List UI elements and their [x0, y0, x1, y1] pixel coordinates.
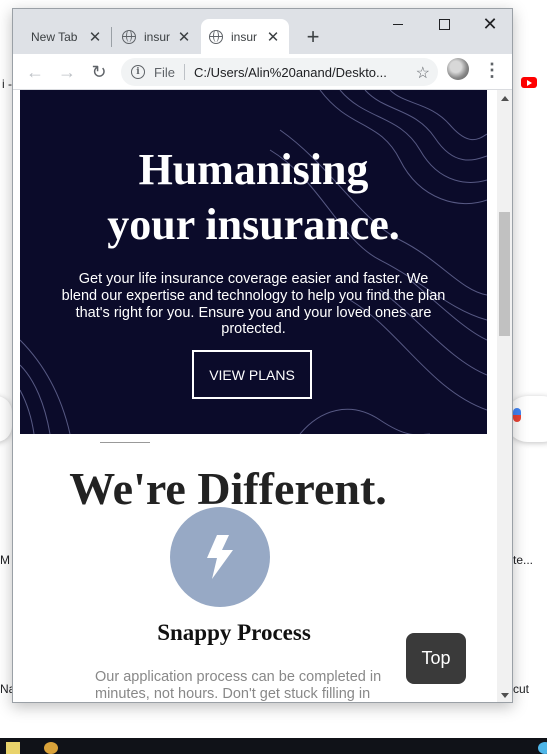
browser-toolbar: ← → ↻ i File C:/Users/Alin%20anand/Deskt… [13, 54, 512, 90]
minimize-button[interactable] [375, 9, 421, 39]
background-text-fragment: te... [513, 553, 534, 567]
scroll-down-arrow-icon[interactable] [501, 693, 509, 698]
close-tab-icon[interactable]: ✕ [265, 29, 281, 46]
view-plans-button[interactable]: VIEW PLANS [192, 350, 312, 399]
scrollbar-thumb[interactable] [499, 212, 510, 336]
scheme-label: File [154, 64, 175, 80]
new-tab-button[interactable]: + [299, 23, 327, 51]
tab-title: New Tab [31, 29, 78, 44]
hero-description: Get your life insurance coverage easier … [61, 271, 446, 338]
tab-title: insur [144, 29, 170, 44]
taskbar-app-icon[interactable] [538, 742, 547, 754]
profile-avatar[interactable] [447, 58, 469, 80]
tab-insurance-2[interactable]: insur ✕ [201, 19, 289, 54]
youtube-icon [521, 77, 537, 88]
taskbar [0, 738, 547, 754]
feature-icon-circle [170, 507, 270, 607]
close-window-button[interactable]: ✕ [467, 9, 512, 39]
notepad-icon[interactable] [6, 742, 20, 754]
lightning-bolt-icon [207, 535, 233, 579]
info-icon[interactable]: i [131, 65, 145, 79]
feature-title: Snappy Process [157, 620, 311, 645]
scroll-up-arrow-icon[interactable] [501, 96, 509, 101]
background-text-fragment: M [0, 553, 10, 567]
tab-separator [111, 27, 112, 47]
vertical-scrollbar[interactable] [497, 90, 512, 702]
hero-title-line: your insurance. [107, 200, 400, 249]
close-tab-icon[interactable]: ✕ [176, 29, 192, 46]
globe-icon [122, 29, 136, 44]
address-bar[interactable]: i File C:/Users/Alin%20anand/Deskto... ☆ [121, 58, 438, 86]
hero-title-line: Humanising [138, 145, 369, 194]
section-divider [100, 442, 150, 443]
tab-strip: New Tab ✕ insur ✕ insur ✕ + ✕ [13, 9, 512, 54]
address-separator [183, 64, 185, 80]
hero-section: Humanising your insurance. Get your life… [20, 90, 487, 434]
close-tab-icon[interactable]: ✕ [87, 29, 103, 46]
bookmark-star-icon[interactable]: ☆ [416, 63, 430, 83]
tab-insurance-1[interactable]: insur ✕ [114, 19, 200, 54]
background-text-fragment: cut [513, 682, 530, 696]
feature-description: Our application process can be completed… [95, 669, 382, 702]
background-text-fragment: i - [2, 77, 12, 91]
tab-new-tab[interactable]: New Tab ✕ [23, 19, 111, 54]
page-viewport: Humanising your insurance. Get your life… [13, 90, 497, 702]
browser-window: New Tab ✕ insur ✕ insur ✕ + ✕ ← → ↻ i Fi… [12, 8, 513, 703]
maximize-button[interactable] [421, 9, 467, 39]
back-button[interactable]: ← [21, 58, 49, 86]
forward-button[interactable]: → [53, 58, 81, 86]
taskbar-app-icon[interactable] [44, 742, 58, 754]
microphone-icon [513, 408, 521, 422]
globe-icon [209, 29, 223, 44]
hero-title: Humanising your insurance. [20, 142, 487, 252]
reload-button[interactable]: ↻ [85, 58, 113, 86]
back-to-top-button[interactable]: Top [406, 633, 466, 684]
tab-title: insur [231, 29, 258, 44]
url-text[interactable]: C:/Users/Alin%20anand/Deskto... [194, 65, 402, 80]
more-menu-icon[interactable]: ⋮ [481, 58, 503, 82]
